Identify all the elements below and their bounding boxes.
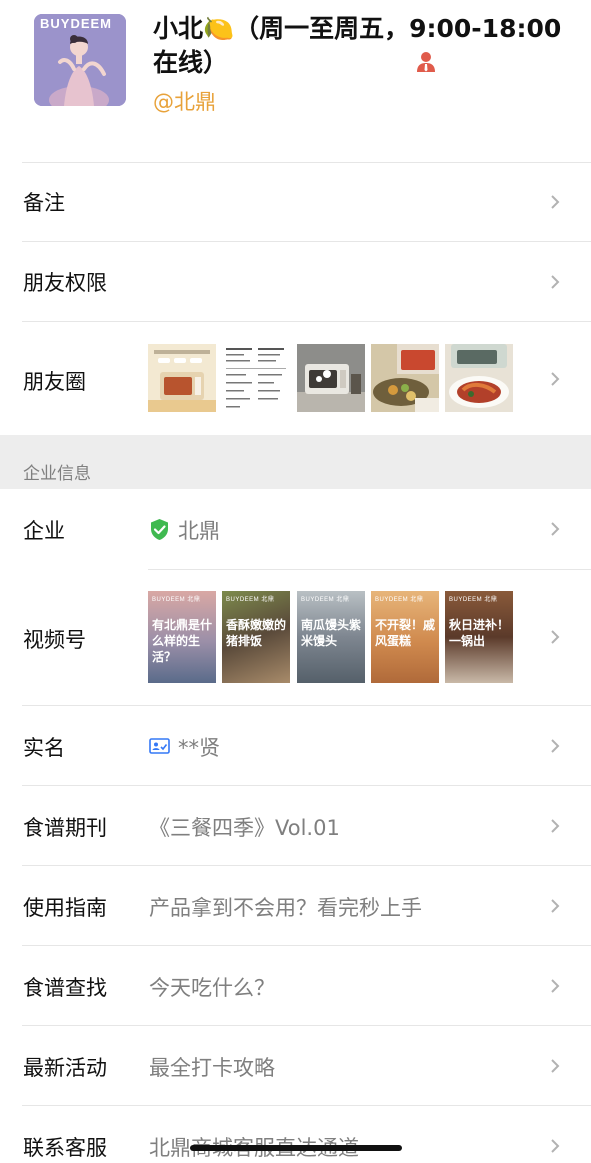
video-brand: BUYDEEM 北鼎 <box>375 597 424 603</box>
video-title: 南瓜馒头紫米馒头 <box>301 618 362 648</box>
realname-value: **贤 <box>178 736 220 760</box>
friend-permission-row[interactable]: 朋友权限 <box>0 242 591 321</box>
contact-name: 小北🍋（周一至周五，9:00-18:00在线） <box>153 14 562 77</box>
realname-row[interactable]: 实名 **贤 <box>0 706 591 785</box>
guide-value: 产品拿到不会用？看完秒上手 <box>149 896 422 920</box>
video-brand: BUYDEEM 北鼎 <box>449 597 498 603</box>
channels-label: 视频号 <box>23 628 86 652</box>
video-title: 有北鼎是什么样的生活？ <box>152 618 213 664</box>
moments-thumb <box>445 344 513 412</box>
chevron-right-icon <box>551 979 560 993</box>
video-thumb[interactable]: BUYDEEM 北鼎 不开裂！戚风蛋糕 <box>371 591 439 683</box>
company-value: 北鼎 <box>178 519 220 543</box>
chevron-right-icon <box>551 819 560 833</box>
friend-permission-label: 朋友权限 <box>23 271 107 295</box>
avatar[interactable]: BUYDEEM <box>34 14 126 106</box>
video-brand: BUYDEEM 北鼎 <box>226 597 275 603</box>
roast-dish-photo <box>445 344 513 412</box>
video-thumb[interactable]: BUYDEEM 北鼎 秋日进补！一锅出 <box>445 591 513 683</box>
moments-row[interactable]: 朋友圈 <box>0 322 591 435</box>
chevron-right-icon <box>551 522 560 536</box>
home-indicator[interactable] <box>190 1145 402 1151</box>
video-thumb[interactable]: BUYDEEM 北鼎 香酥嫩嫩的猪排饭 <box>222 591 290 683</box>
recipe-search-label: 食谱查找 <box>23 976 107 1000</box>
remark-row[interactable]: 备注 <box>0 163 591 241</box>
service-row[interactable]: 联系客服 北鼎商城客服直达通道 <box>0 1106 591 1163</box>
contact-handle[interactable]: @北鼎 <box>153 86 216 116</box>
service-label: 联系客服 <box>23 1136 107 1160</box>
profile-header: BUYDEEM 小北🍋（周一至周五，9:00-18:00在线） @北鼎 <box>0 0 591 162</box>
recipe-journal-row[interactable]: 食谱期刊 《三餐四季》Vol.01 <box>0 786 591 865</box>
verified-shield-icon <box>151 519 168 540</box>
chevron-right-icon <box>551 275 560 289</box>
chevron-right-icon <box>551 195 560 209</box>
recipe-journal-value: 《三餐四季》Vol.01 <box>149 816 340 840</box>
video-thumb[interactable]: BUYDEEM 北鼎 南瓜馒头紫米馒头 <box>297 591 365 683</box>
chevron-right-icon <box>551 899 560 913</box>
guide-label: 使用指南 <box>23 896 107 920</box>
chevron-right-icon <box>551 372 560 386</box>
video-brand: BUYDEEM 北鼎 <box>301 597 350 603</box>
chevron-right-icon <box>551 739 560 753</box>
moments-thumb <box>297 344 365 412</box>
activity-row[interactable]: 最新活动 最全打卡攻略 <box>0 1026 591 1105</box>
realname-label: 实名 <box>23 736 65 760</box>
recipe-search-value: 今天吃什么？ <box>149 976 275 1000</box>
chevron-right-icon <box>551 1059 560 1073</box>
moments-thumb <box>371 344 439 412</box>
recipe-journal-label: 食谱期刊 <box>23 816 107 840</box>
company-label: 企业 <box>23 519 65 543</box>
person-icon <box>417 52 435 72</box>
video-title: 不开裂！戚风蛋糕 <box>375 618 436 648</box>
moments-thumb <box>222 344 290 412</box>
channels-row[interactable]: 视频号 BUYDEEM 北鼎 有北鼎是什么样的生活？ BUYDEEM 北鼎 香酥… <box>0 570 591 705</box>
avatar-brand-text: BUYDEEM <box>40 16 113 31</box>
company-row[interactable]: 企业 北鼎 <box>0 489 591 569</box>
moments-label: 朋友圈 <box>23 370 86 394</box>
activity-value: 最全打卡攻略 <box>149 1056 275 1080</box>
oven-kitchen-photo <box>297 344 365 412</box>
id-card-icon <box>149 738 170 754</box>
video-thumb[interactable]: BUYDEEM 北鼎 有北鼎是什么样的生活？ <box>148 591 216 683</box>
activity-label: 最新活动 <box>23 1056 107 1080</box>
section-title: 企业信息 <box>23 464 91 484</box>
video-title: 香酥嫩嫩的猪排饭 <box>226 618 287 648</box>
chevron-right-icon <box>551 630 560 644</box>
chevron-right-icon <box>551 1139 560 1153</box>
document-page-photo <box>222 344 290 412</box>
remark-label: 备注 <box>23 191 65 215</box>
moments-thumb <box>148 344 216 412</box>
food-tray-photo <box>371 344 439 412</box>
guide-row[interactable]: 使用指南 产品拿到不会用？看完秒上手 <box>0 866 591 945</box>
video-brand: BUYDEEM 北鼎 <box>152 597 201 603</box>
video-title: 秋日进补！一锅出 <box>449 618 510 648</box>
enterprise-info-section: 企业信息 <box>0 435 591 489</box>
oven-product-photo <box>148 344 216 412</box>
recipe-search-row[interactable]: 食谱查找 今天吃什么？ <box>0 946 591 1025</box>
